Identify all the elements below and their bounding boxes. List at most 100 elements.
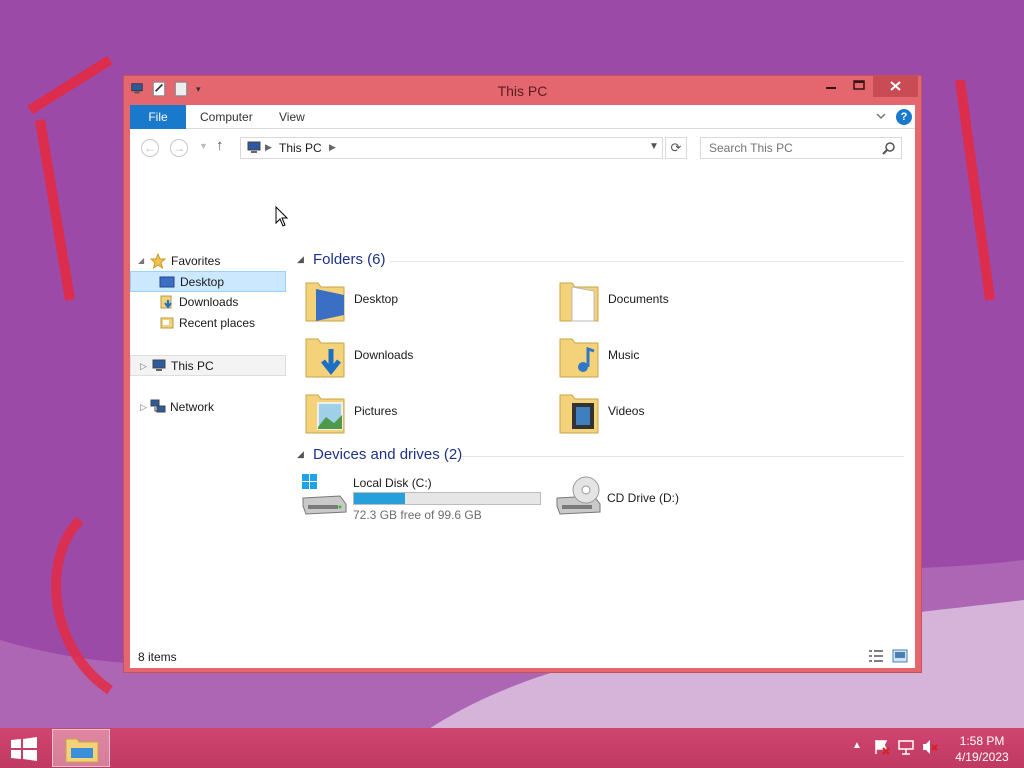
group-header-devices[interactable]: ◢ Devices and drives (2) — [292, 446, 908, 468]
collapse-arrow-icon[interactable]: ◢ — [138, 251, 144, 271]
videos-folder-icon — [559, 394, 599, 434]
computer-icon — [152, 359, 166, 371]
folder-label: Downloads — [354, 348, 414, 362]
forward-button[interactable]: → — [170, 139, 188, 157]
up-button[interactable]: ↑ — [216, 137, 224, 154]
large-icons-view-icon[interactable] — [892, 649, 908, 663]
sidebar-item-favorites[interactable]: ◢ Favorites — [130, 251, 286, 272]
action-center-flag-icon[interactable] — [874, 739, 890, 755]
breadcrumb-separator-icon[interactable]: ▶ — [265, 142, 272, 153]
folder-pictures[interactable]: Pictures — [304, 387, 544, 441]
expand-ribbon-icon[interactable] — [875, 110, 887, 122]
search-icon[interactable] — [881, 140, 897, 156]
folder-documents[interactable]: Documents — [558, 275, 798, 329]
navigation-pane: ◢ Favorites Desktop Downloads Recent pla… — [130, 167, 290, 637]
item-count: 8 items — [138, 650, 177, 664]
collapse-arrow-icon[interactable]: ◢ — [297, 449, 304, 460]
folder-label: Videos — [608, 404, 645, 418]
navigation-bar: ← → ▼ ↑ ▶ This PC ▶ ▼ ⟳ — [130, 129, 915, 167]
title-bar[interactable]: ▾ This PC — [124, 76, 921, 105]
sidebar-item-label: Favorites — [171, 254, 221, 268]
sidebar-item-network[interactable]: ▷ Network — [130, 397, 286, 418]
breadcrumb-separator-icon[interactable]: ▶ — [329, 142, 336, 153]
drive-free-space: 72.3 GB free of 99.6 GB — [353, 508, 482, 522]
minimize-button[interactable] — [817, 76, 845, 97]
maximize-icon — [853, 80, 865, 90]
folder-videos[interactable]: Videos — [558, 387, 798, 441]
pictures-folder-icon — [305, 394, 345, 434]
tab-view[interactable]: View — [279, 105, 305, 129]
group-divider — [462, 456, 904, 457]
ribbon: File Computer View ? — [130, 105, 915, 129]
help-button[interactable]: ? — [896, 109, 912, 125]
file-list: ◢ Folders (6) Desktop Documents Download… — [292, 167, 912, 637]
explorer-window: ▾ This PC File Computer View ? ← → ▼ ↑ ▶… — [123, 75, 922, 673]
group-title: Folders (6) — [313, 251, 386, 268]
computer-icon — [247, 141, 261, 153]
window-title: This PC — [497, 83, 548, 99]
desktop-icon — [159, 276, 175, 288]
star-icon — [150, 253, 166, 269]
folder-label: Pictures — [354, 404, 398, 418]
address-bar[interactable]: ▶ This PC ▶ ▼ — [240, 137, 663, 159]
sidebar-item-downloads[interactable]: Downloads — [130, 292, 286, 313]
address-history-icon[interactable]: ▼ — [649, 141, 659, 152]
sidebar-item-desktop[interactable]: Desktop — [130, 271, 286, 292]
status-bar: 8 items — [130, 646, 915, 668]
folder-label: Documents — [608, 292, 669, 306]
minimize-icon — [826, 87, 836, 89]
sidebar-item-label: Network — [170, 400, 215, 414]
downloads-icon — [160, 295, 172, 309]
refresh-button[interactable]: ⟳ — [665, 137, 687, 159]
sidebar-item-label: Downloads — [179, 295, 239, 309]
back-button[interactable]: ← — [141, 139, 159, 157]
network-status-icon[interactable] — [898, 739, 914, 755]
sidebar-item-recent-places[interactable]: Recent places — [130, 313, 286, 334]
tab-file[interactable]: File — [130, 105, 186, 129]
collapse-arrow-icon[interactable]: ◢ — [297, 254, 304, 265]
show-hidden-icons-button[interactable]: ▲ — [852, 740, 862, 751]
breadcrumb[interactable]: This PC — [279, 141, 322, 155]
disk-usage-bar — [353, 492, 541, 505]
start-button[interactable] — [10, 737, 38, 761]
mouse-cursor-icon — [275, 206, 289, 227]
tab-computer[interactable]: Computer — [200, 105, 253, 129]
maximize-button[interactable] — [845, 76, 873, 97]
expand-arrow-icon[interactable]: ▷ — [140, 356, 147, 376]
sidebar-item-label: Recent places — [179, 316, 256, 330]
window-client-area: File Computer View ? ← → ▼ ↑ ▶ This PC ▶… — [130, 105, 915, 668]
network-icon — [150, 399, 166, 413]
documents-folder-icon — [559, 282, 599, 322]
expand-arrow-icon[interactable]: ▷ — [140, 397, 147, 417]
volume-muted-icon[interactable] — [922, 739, 938, 755]
group-header-folders[interactable]: ◢ Folders (6) — [292, 251, 908, 273]
folder-desktop[interactable]: Desktop — [304, 275, 544, 329]
drive-cd-d[interactable]: CD Drive (D:) — [554, 472, 810, 526]
system-clock[interactable]: 1:58 PM 4/19/2023 — [948, 733, 1016, 765]
local-disk-icon — [302, 474, 347, 515]
drive-label: CD Drive (D:) — [607, 491, 679, 505]
folder-label: Music — [608, 348, 640, 362]
downloads-folder-icon — [305, 338, 345, 378]
close-icon — [890, 81, 901, 91]
sidebar-item-label: Desktop — [180, 275, 225, 289]
clock-date: 4/19/2023 — [955, 750, 1009, 764]
folder-label: Desktop — [354, 292, 399, 306]
search-input[interactable] — [701, 138, 881, 158]
recent-locations-icon[interactable]: ▼ — [199, 141, 208, 151]
folder-music[interactable]: Music — [558, 331, 798, 385]
drive-label: Local Disk (C:) — [353, 476, 432, 490]
taskbar: ▲ 1:58 PM 4/19/2023 — [0, 728, 1024, 768]
drive-local-disk-c[interactable]: Local Disk (C:) 72.3 GB free of 99.6 GB — [300, 472, 556, 526]
disk-usage-fill — [354, 493, 405, 504]
folder-downloads[interactable]: Downloads — [304, 331, 544, 385]
file-explorer-icon — [65, 738, 99, 763]
close-button[interactable] — [873, 76, 918, 97]
desktop-folder-icon — [305, 282, 345, 322]
group-divider — [390, 261, 904, 262]
details-view-icon[interactable] — [868, 649, 884, 663]
taskbar-file-explorer[interactable] — [52, 729, 110, 767]
search-box[interactable] — [700, 137, 902, 159]
sidebar-item-this-pc[interactable]: ▷ This PC — [130, 355, 286, 376]
group-title: Devices and drives (2) — [313, 446, 463, 463]
